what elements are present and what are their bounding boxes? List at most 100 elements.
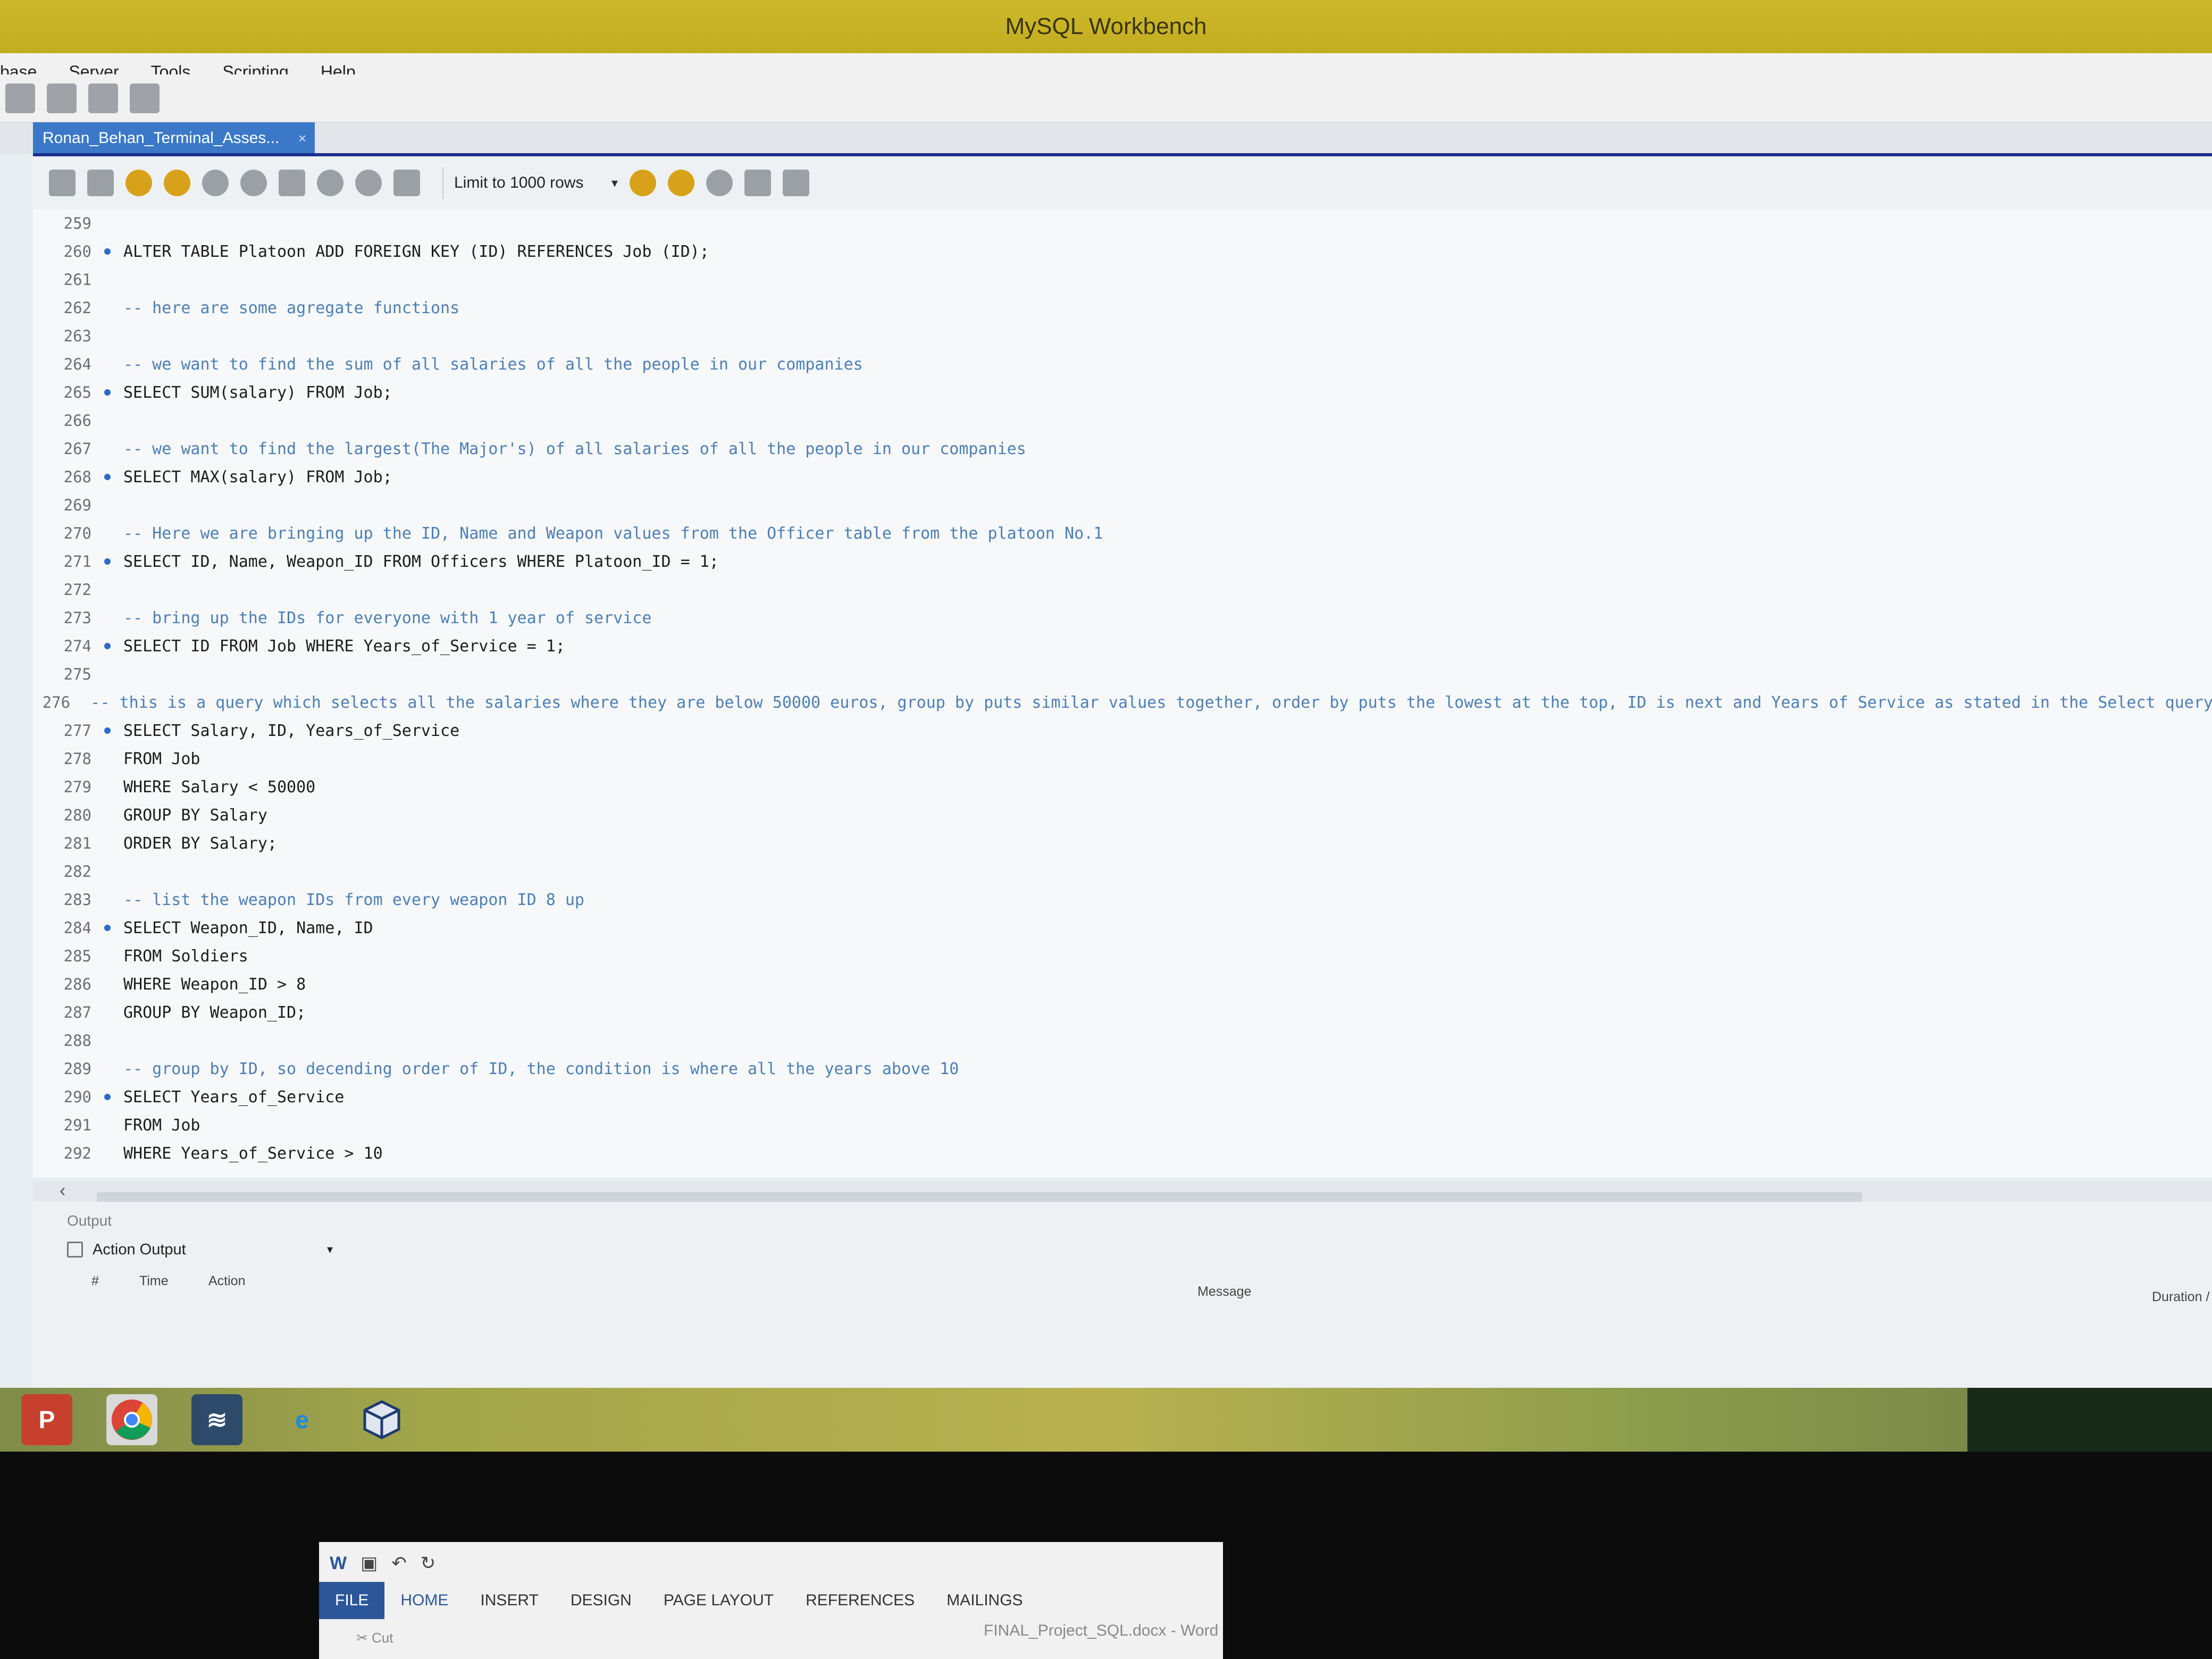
code-line[interactable]: 268 SELECT MAX(salary) FROM Job; [33, 463, 2212, 491]
save-icon[interactable]: ▣ [361, 1553, 378, 1574]
word-tab-page-layout[interactable]: PAGE LAYOUT [648, 1591, 790, 1610]
open-file-icon[interactable] [49, 170, 76, 196]
chrome-icon[interactable] [106, 1394, 157, 1445]
output-type-select[interactable]: Action Output ▾ [67, 1236, 333, 1263]
column-header-duration[interactable]: Duration / [2152, 1289, 2209, 1305]
line-number: 288 [63, 1032, 91, 1050]
add-snippet-icon[interactable] [630, 170, 656, 196]
word-tab-references[interactable]: REFERENCES [790, 1591, 931, 1610]
invisible-chars-icon[interactable] [744, 170, 771, 196]
execute-current-icon[interactable] [164, 170, 190, 196]
code-line[interactable]: 261 [33, 266, 2212, 294]
code-comment: -- we want to find the sum of all salari… [123, 355, 863, 374]
code-line[interactable]: 290 SELECT Years_of_Service [33, 1083, 2212, 1111]
output-panel: Output Action Output ▾ # Time Action Mes… [33, 1202, 2212, 1393]
word-tab-design[interactable]: DESIGN [555, 1591, 648, 1610]
toggle-output-icon[interactable] [279, 170, 305, 196]
editor-toolbar: Limit to 1000 rows ▾ [33, 156, 2212, 210]
copy-icon[interactable] [67, 1242, 83, 1258]
autocommit-icon[interactable] [393, 170, 420, 196]
internet-explorer-icon[interactable]: e [276, 1394, 328, 1445]
code-comment: -- group by ID, so decending order of ID… [123, 1059, 959, 1078]
word-tab-mailings[interactable]: MAILINGS [931, 1591, 1038, 1610]
line-number: 272 [63, 581, 91, 599]
column-header-time[interactable]: Time [139, 1273, 169, 1289]
code-line[interactable]: 284 SELECT Weapon_ID, Name, ID [33, 914, 2212, 942]
code-line[interactable]: 279 WHERE Salary < 50000 [33, 773, 2212, 801]
code-text: SELECT Salary, ID, Years_of_Service [123, 721, 460, 740]
word-wrap-icon[interactable] [783, 170, 809, 196]
code-line[interactable]: 263 [33, 322, 2212, 350]
code-line[interactable]: 286 WHERE Weapon_ID > 8 [33, 970, 2212, 998]
code-line[interactable]: 269 [33, 491, 2212, 519]
word-tab-file[interactable]: FILE [319, 1582, 385, 1619]
horizontal-scrollbar[interactable]: ‹ [33, 1180, 2212, 1208]
column-header-action[interactable]: Action [208, 1273, 245, 1289]
tab-query[interactable]: Ronan_Behan_Terminal_Asses... × [33, 122, 315, 154]
word-tab-home[interactable]: HOME [384, 1591, 464, 1610]
close-icon[interactable]: × [298, 130, 306, 147]
code-line[interactable]: 289 -- group by ID, so decending order of… [33, 1055, 2212, 1083]
migration-icon[interactable] [130, 83, 160, 113]
virtualbox-icon[interactable] [356, 1394, 407, 1445]
mysql-workbench-icon[interactable]: ≋ [191, 1394, 242, 1445]
beautify-icon[interactable] [668, 170, 694, 196]
rollback-icon[interactable] [355, 170, 382, 196]
code-line[interactable]: 264 -- we want to find the sum of all sal… [33, 350, 2212, 378]
word-ribbon-tabs: FILE HOME INSERT DESIGN PAGE LAYOUT REFE… [319, 1582, 1039, 1619]
save-icon[interactable] [87, 170, 114, 196]
code-line[interactable]: 278 FROM Job [33, 745, 2212, 773]
code-line[interactable]: 262 -- here are some agregate functions [33, 294, 2212, 322]
code-line[interactable]: 260 ALTER TABLE Platoon ADD FOREIGN KEY (… [33, 238, 2212, 265]
code-line[interactable]: 275 [33, 660, 2212, 688]
scroll-left-icon[interactable]: ‹ [60, 1180, 65, 1201]
code-comment: -- this is a query which selects all the… [90, 693, 2212, 712]
line-number: 284 [63, 919, 91, 937]
code-line[interactable]: 273 -- bring up the IDs for everyone with… [33, 604, 2212, 632]
cut-button[interactable]: ✂ Cut [356, 1630, 393, 1646]
code-line[interactable]: 272 [33, 576, 2212, 604]
sql-editor[interactable]: 259 260 ALTER TABLE Platoon ADD FOREIGN KE… [33, 210, 2212, 1177]
inspect-icon[interactable] [88, 83, 118, 113]
limit-rows-label: Limit to 1000 rows [454, 174, 584, 191]
stop-icon[interactable] [240, 170, 267, 196]
code-line[interactable]: 282 [33, 858, 2212, 885]
code-line[interactable]: 287 GROUP BY Weapon_ID; [33, 999, 2212, 1026]
code-line[interactable]: 292 WHERE Years_of_Service > 10 [33, 1139, 2212, 1167]
column-header-message[interactable]: Message [1197, 1284, 1251, 1300]
execute-icon[interactable] [125, 170, 152, 196]
commit-icon[interactable] [317, 170, 343, 196]
undo-icon[interactable]: ↶ [391, 1553, 407, 1574]
code-line[interactable]: 276 -- this is a query which selects all … [33, 689, 2212, 716]
code-line[interactable]: 280 GROUP BY Salary [33, 801, 2212, 829]
statement-marker [91, 643, 123, 649]
code-line[interactable]: 259 [33, 210, 2212, 237]
code-line[interactable]: 281 ORDER BY Salary; [33, 830, 2212, 857]
limit-rows-select[interactable]: Limit to 1000 rows ▾ [442, 167, 618, 199]
window-title: MySQL Workbench [1005, 13, 1207, 39]
line-number: 264 [63, 355, 91, 373]
code-line[interactable]: 291 FROM Job [33, 1111, 2212, 1139]
line-number: 286 [63, 975, 91, 993]
code-line[interactable]: 283 -- list the weapon IDs from every wea… [33, 886, 2212, 914]
code-line[interactable]: 285 FROM Soldiers [33, 942, 2212, 970]
code-line[interactable]: 270 -- Here we are bringing up the ID, Na… [33, 520, 2212, 547]
code-line[interactable]: 265 SELECT SUM(salary) FROM Job; [33, 379, 2212, 406]
code-line[interactable]: 271 SELECT ID, Name, Weapon_ID FROM Offic… [33, 548, 2212, 575]
explain-icon[interactable] [202, 170, 229, 196]
line-number: 263 [63, 327, 91, 345]
column-header-number[interactable]: # [91, 1273, 99, 1289]
search-icon[interactable] [706, 170, 733, 196]
code-line[interactable]: 274 SELECT ID FROM Job WHERE Years_of_Ser… [33, 632, 2212, 660]
statement-marker [91, 925, 123, 931]
open-model-icon[interactable] [47, 83, 77, 113]
new-connection-icon[interactable] [5, 83, 35, 113]
line-number: 291 [63, 1116, 91, 1134]
powerpoint-icon[interactable]: P [21, 1394, 72, 1445]
word-tab-insert[interactable]: INSERT [464, 1591, 554, 1610]
code-line[interactable]: 288 [33, 1027, 2212, 1054]
code-line[interactable]: 277 SELECT Salary, ID, Years_of_Service [33, 717, 2212, 744]
code-line[interactable]: 267 -- we want to find the largest(The Ma… [33, 435, 2212, 463]
code-line[interactable]: 266 [33, 407, 2212, 434]
redo-icon[interactable]: ↻ [421, 1553, 436, 1574]
